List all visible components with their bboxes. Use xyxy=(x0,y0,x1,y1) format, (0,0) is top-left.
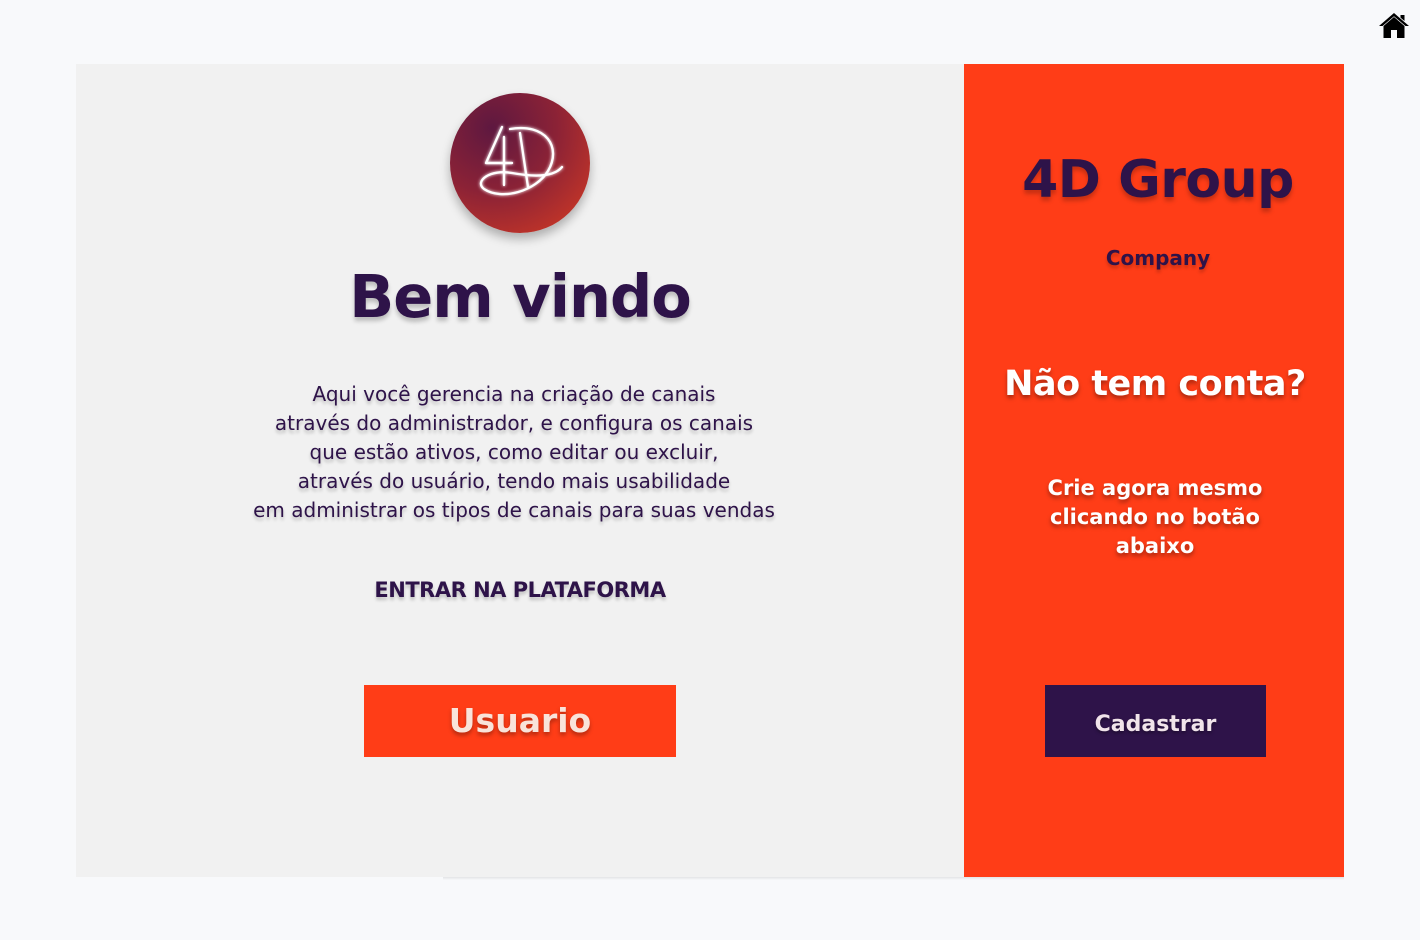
description-line: através do usuário, tendo mais usabilida… xyxy=(297,469,731,493)
welcome-description: Aqui você gerencia na criação de canais … xyxy=(176,380,852,525)
signup-prompt-line: clicando no botão xyxy=(1050,505,1260,529)
enter-platform-label: ENTRAR NA PLATAFORMA xyxy=(374,578,666,602)
home-icon xyxy=(1379,13,1409,38)
brand-title: 4D Group xyxy=(1022,150,1294,210)
user-login-button[interactable]: Usuario xyxy=(364,685,676,757)
welcome-title: Bem vindo xyxy=(349,262,691,331)
description-line: Aqui você gerencia na criação de canais xyxy=(312,382,716,406)
signup-prompt-line: abaixo xyxy=(1115,534,1195,558)
company-logo xyxy=(450,93,590,233)
home-button[interactable] xyxy=(1378,10,1410,42)
description-line: através do administrador, e configura os… xyxy=(274,411,754,435)
logo-mark xyxy=(479,125,564,196)
signup-prompt-line: Crie agora mesmo xyxy=(1047,476,1263,500)
brand-subtitle: Company xyxy=(1105,246,1211,270)
no-account-heading: Não tem conta? xyxy=(1004,364,1306,404)
welcome-card: Bem vindo Aqui você gerencia na criação … xyxy=(76,64,1344,877)
signup-prompt: Crie agora mesmo clicando no botão abaix… xyxy=(1004,474,1306,561)
welcome-panel: Bem vindo Aqui você gerencia na criação … xyxy=(76,64,964,877)
description-line: que estão ativos, como editar ou excluir… xyxy=(309,440,719,464)
register-button[interactable]: Cadastrar xyxy=(1045,685,1266,757)
description-line: em administrar os tipos de canais para s… xyxy=(253,498,775,522)
signup-panel: 4D Group Company Não tem conta? Crie ago… xyxy=(964,64,1344,877)
